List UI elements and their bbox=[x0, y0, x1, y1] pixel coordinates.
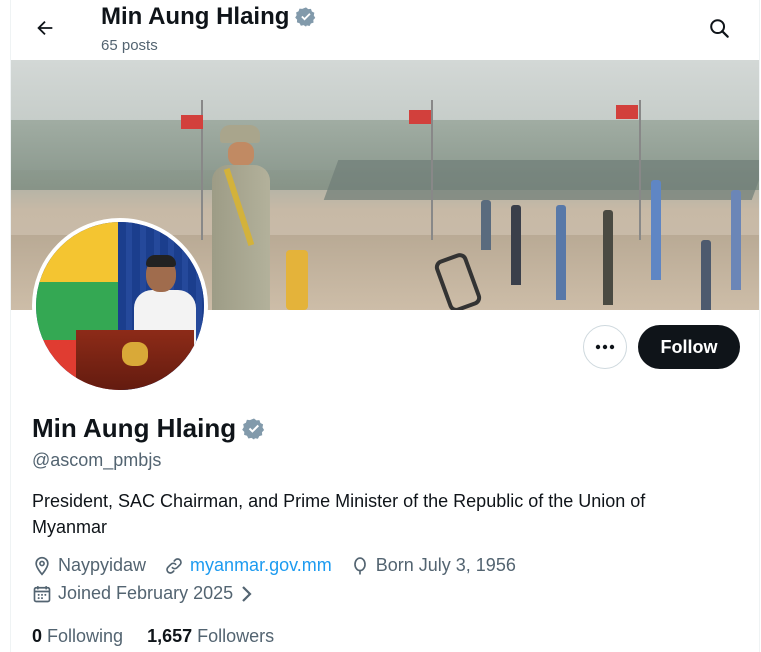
chevron-right-icon bbox=[239, 585, 253, 603]
banner-soldier bbox=[556, 205, 566, 300]
flag-pole bbox=[639, 100, 641, 240]
calendar-icon bbox=[32, 584, 52, 604]
location-text: Naypyidaw bbox=[58, 555, 147, 575]
avatar-person-hair bbox=[146, 255, 176, 267]
website-link[interactable]: myanmar.gov.mm bbox=[190, 555, 332, 576]
post-count: 65 posts bbox=[101, 37, 158, 54]
banner-soldier bbox=[511, 205, 521, 285]
banner-flag bbox=[409, 110, 431, 124]
banner-soldier bbox=[603, 210, 613, 305]
verified-badge-icon[interactable] bbox=[242, 417, 266, 441]
joined-item[interactable]: Joined February 2025 bbox=[32, 583, 253, 604]
banner-general-figure bbox=[206, 125, 276, 310]
search-button[interactable] bbox=[699, 8, 739, 48]
profile-joined-row[interactable]: Joined February 2025 bbox=[32, 583, 271, 604]
profile-handle: @ascom_pmbjs bbox=[32, 450, 162, 470]
followers-count: 1,657 bbox=[147, 626, 193, 646]
joined-text: Joined February 2025 bbox=[58, 583, 234, 603]
birthday-text: Born July 3, 1956 bbox=[375, 555, 516, 575]
banner-stand bbox=[323, 160, 759, 200]
banner-soldier bbox=[481, 200, 491, 250]
banner-podium bbox=[286, 250, 308, 310]
verified-badge-icon bbox=[295, 6, 317, 28]
location-icon bbox=[32, 556, 52, 576]
location-item: Naypyidaw bbox=[32, 555, 146, 576]
following-label: Following bbox=[47, 626, 124, 646]
profile-column: Min Aung Hlaing 65 posts Follow Min Aung… bbox=[10, 0, 760, 652]
followers-link[interactable]: 1,657 Followers bbox=[147, 626, 274, 647]
profile-header: Min Aung Hlaing 65 posts bbox=[11, 0, 759, 60]
search-icon bbox=[708, 17, 730, 39]
link-icon bbox=[164, 556, 184, 576]
header-title-row: Min Aung Hlaing bbox=[101, 3, 317, 31]
more-button[interactable] bbox=[583, 325, 627, 369]
display-name: Min Aung Hlaing bbox=[32, 413, 237, 443]
avatar[interactable] bbox=[32, 218, 208, 394]
banner-soldier bbox=[731, 190, 741, 290]
profile-name-row: Min Aung Hlaing bbox=[32, 413, 266, 444]
follow-button[interactable]: Follow bbox=[638, 325, 740, 369]
back-button[interactable] bbox=[27, 10, 63, 46]
birthday-icon bbox=[350, 556, 370, 576]
flag-pole bbox=[431, 100, 433, 240]
back-arrow-icon bbox=[34, 17, 56, 39]
avatar-emblem bbox=[122, 342, 148, 366]
banner-flag bbox=[616, 105, 638, 119]
banner-soldier bbox=[651, 180, 661, 280]
banner-soldier bbox=[701, 240, 711, 310]
header-title: Min Aung Hlaing bbox=[101, 3, 290, 30]
profile-meta-row: Naypyidaw myanmar.gov.mm Born July 3, 19… bbox=[32, 555, 534, 576]
banner-flag bbox=[181, 115, 203, 129]
followers-label: Followers bbox=[197, 626, 275, 646]
following-count: 0 bbox=[32, 626, 43, 646]
profile-stats: 0 Following 1,657 Followers bbox=[32, 626, 274, 647]
website-item[interactable]: myanmar.gov.mm bbox=[164, 555, 332, 576]
birthday-item: Born July 3, 1956 bbox=[350, 555, 516, 576]
more-icon bbox=[595, 344, 615, 350]
following-link[interactable]: 0 Following bbox=[32, 626, 123, 647]
profile-bio: President, SAC Chairman, and Prime Minis… bbox=[32, 491, 646, 537]
